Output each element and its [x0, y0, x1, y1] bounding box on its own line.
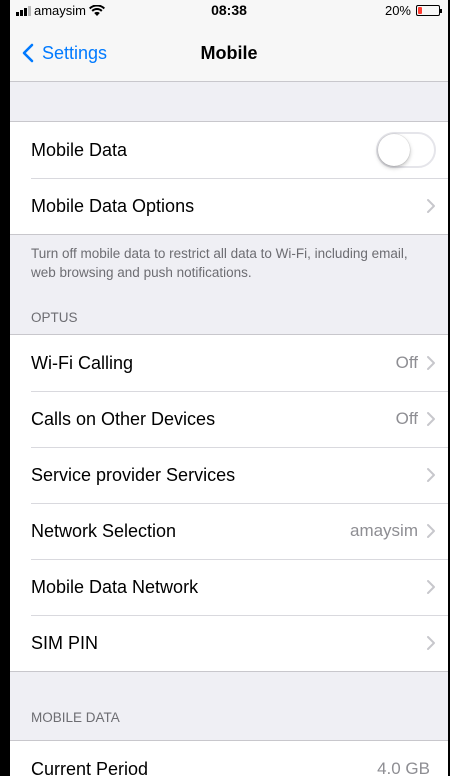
sim-pin-label: SIM PIN — [31, 632, 99, 653]
chevron-right-icon — [427, 412, 435, 426]
sim-pin-row[interactable]: SIM PIN — [10, 615, 448, 671]
mobile-data-footer-note: Turn off mobile data to restrict all dat… — [31, 246, 408, 280]
network-selection-value: amaysim — [349, 521, 418, 540]
calls-other-devices-row[interactable]: Calls on Other Devices Off — [10, 391, 448, 447]
navigation-bar: Settings Mobile — [10, 20, 448, 82]
mobile-data-options-row[interactable]: Mobile Data Options — [10, 178, 448, 234]
page-title: Mobile — [200, 43, 258, 63]
optus-group: Wi-Fi Calling Off Calls on Other Devices… — [10, 334, 448, 672]
wifi-calling-row[interactable]: Wi-Fi Calling Off — [10, 335, 448, 391]
calls-other-devices-value: Off — [395, 409, 418, 428]
current-period-row: Current Period 4.0 GB — [10, 741, 448, 776]
network-selection-label: Network Selection — [31, 520, 177, 541]
battery-percent: 20% — [384, 3, 411, 18]
current-period-value: 4.0 GB — [377, 759, 430, 776]
chevron-right-icon — [427, 356, 435, 370]
battery-icon — [416, 5, 442, 16]
clock: 08:38 — [211, 2, 247, 18]
mobile-data-options-label: Mobile Data Options — [31, 195, 195, 216]
settings-screen: amaysim 08:38 20% Settings Mobile Mobile… — [10, 0, 448, 776]
mobile-data-section-header: MOBILE DATA — [31, 710, 120, 725]
chevron-right-icon — [427, 468, 435, 482]
status-right: 20% — [384, 3, 442, 18]
toggle-knob — [378, 134, 410, 166]
status-bar: amaysim 08:38 20% — [10, 0, 448, 20]
chevron-right-icon — [427, 199, 435, 213]
provider-services-label: Service provider Services — [31, 464, 236, 485]
chevron-right-icon — [427, 636, 435, 650]
mobile-data-label: Mobile Data — [31, 139, 128, 160]
network-selection-row[interactable]: Network Selection amaysim — [10, 503, 448, 559]
mobile-data-network-label: Mobile Data Network — [31, 576, 199, 597]
battery-level — [418, 7, 422, 14]
chevron-right-icon — [427, 580, 435, 594]
calls-other-devices-label: Calls on Other Devices — [31, 408, 216, 429]
mobile-data-network-row[interactable]: Mobile Data Network — [10, 559, 448, 615]
chevron-right-icon — [427, 524, 435, 538]
wifi-calling-value: Off — [395, 353, 418, 372]
mobile-data-toggle[interactable] — [376, 132, 436, 168]
mobile-data-usage-group: Current Period 4.0 GB — [10, 740, 448, 776]
optus-section-header: OPTUS — [31, 310, 78, 325]
mobile-data-group: Mobile Data Mobile Data Options — [10, 121, 448, 235]
current-period-label: Current Period — [31, 758, 149, 776]
provider-services-row[interactable]: Service provider Services — [10, 447, 448, 503]
wifi-calling-label: Wi-Fi Calling — [31, 352, 134, 373]
mobile-data-row: Mobile Data — [10, 122, 448, 178]
